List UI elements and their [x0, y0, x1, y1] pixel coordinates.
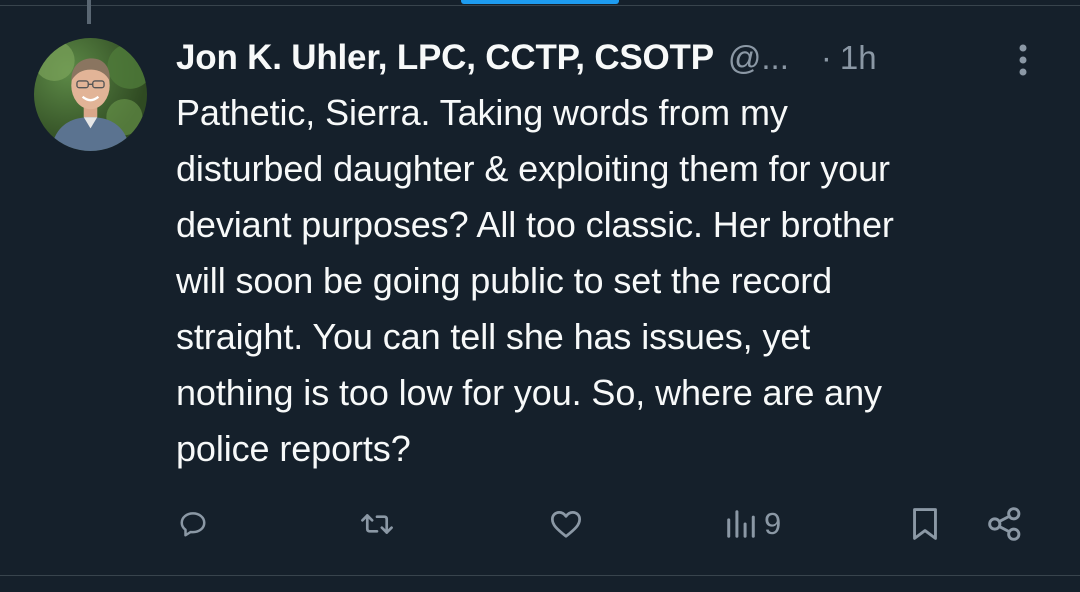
avatar-image	[34, 40, 147, 151]
heart-icon	[551, 511, 581, 538]
user-handle[interactable]: @...	[728, 39, 789, 77]
bookmark-button[interactable]	[910, 502, 940, 546]
share-button[interactable]	[986, 502, 1024, 546]
bottom-divider	[0, 575, 1080, 576]
views-button[interactable]: 9	[724, 502, 781, 546]
tweet-text: Pathetic, Sierra. Taking words from my d…	[176, 92, 894, 469]
active-tab-indicator	[461, 0, 619, 4]
reply-icon	[180, 512, 206, 537]
retweet-icon	[361, 514, 393, 534]
thread-connector-line	[87, 0, 91, 24]
views-count: 9	[764, 506, 782, 541]
bookmark-icon	[913, 508, 937, 540]
analytics-icon	[727, 510, 755, 538]
timestamp[interactable]: 1h	[840, 39, 877, 77]
more-options-button[interactable]	[1008, 40, 1038, 80]
separator-dot: ·	[820, 39, 832, 76]
display-name[interactable]: Jon K. Uhler, LPC, CCTP, CSOTP	[176, 38, 714, 78]
share-icon	[988, 507, 1021, 541]
tweet-header: Jon K. Uhler, LPC, CCTP, CSOTP @... · 1h	[176, 36, 1056, 80]
retweet-button[interactable]	[360, 502, 394, 546]
avatar[interactable]	[34, 38, 147, 151]
like-button[interactable]	[549, 502, 583, 546]
more-vertical-icon	[1019, 44, 1027, 76]
reply-button[interactable]	[178, 502, 208, 546]
